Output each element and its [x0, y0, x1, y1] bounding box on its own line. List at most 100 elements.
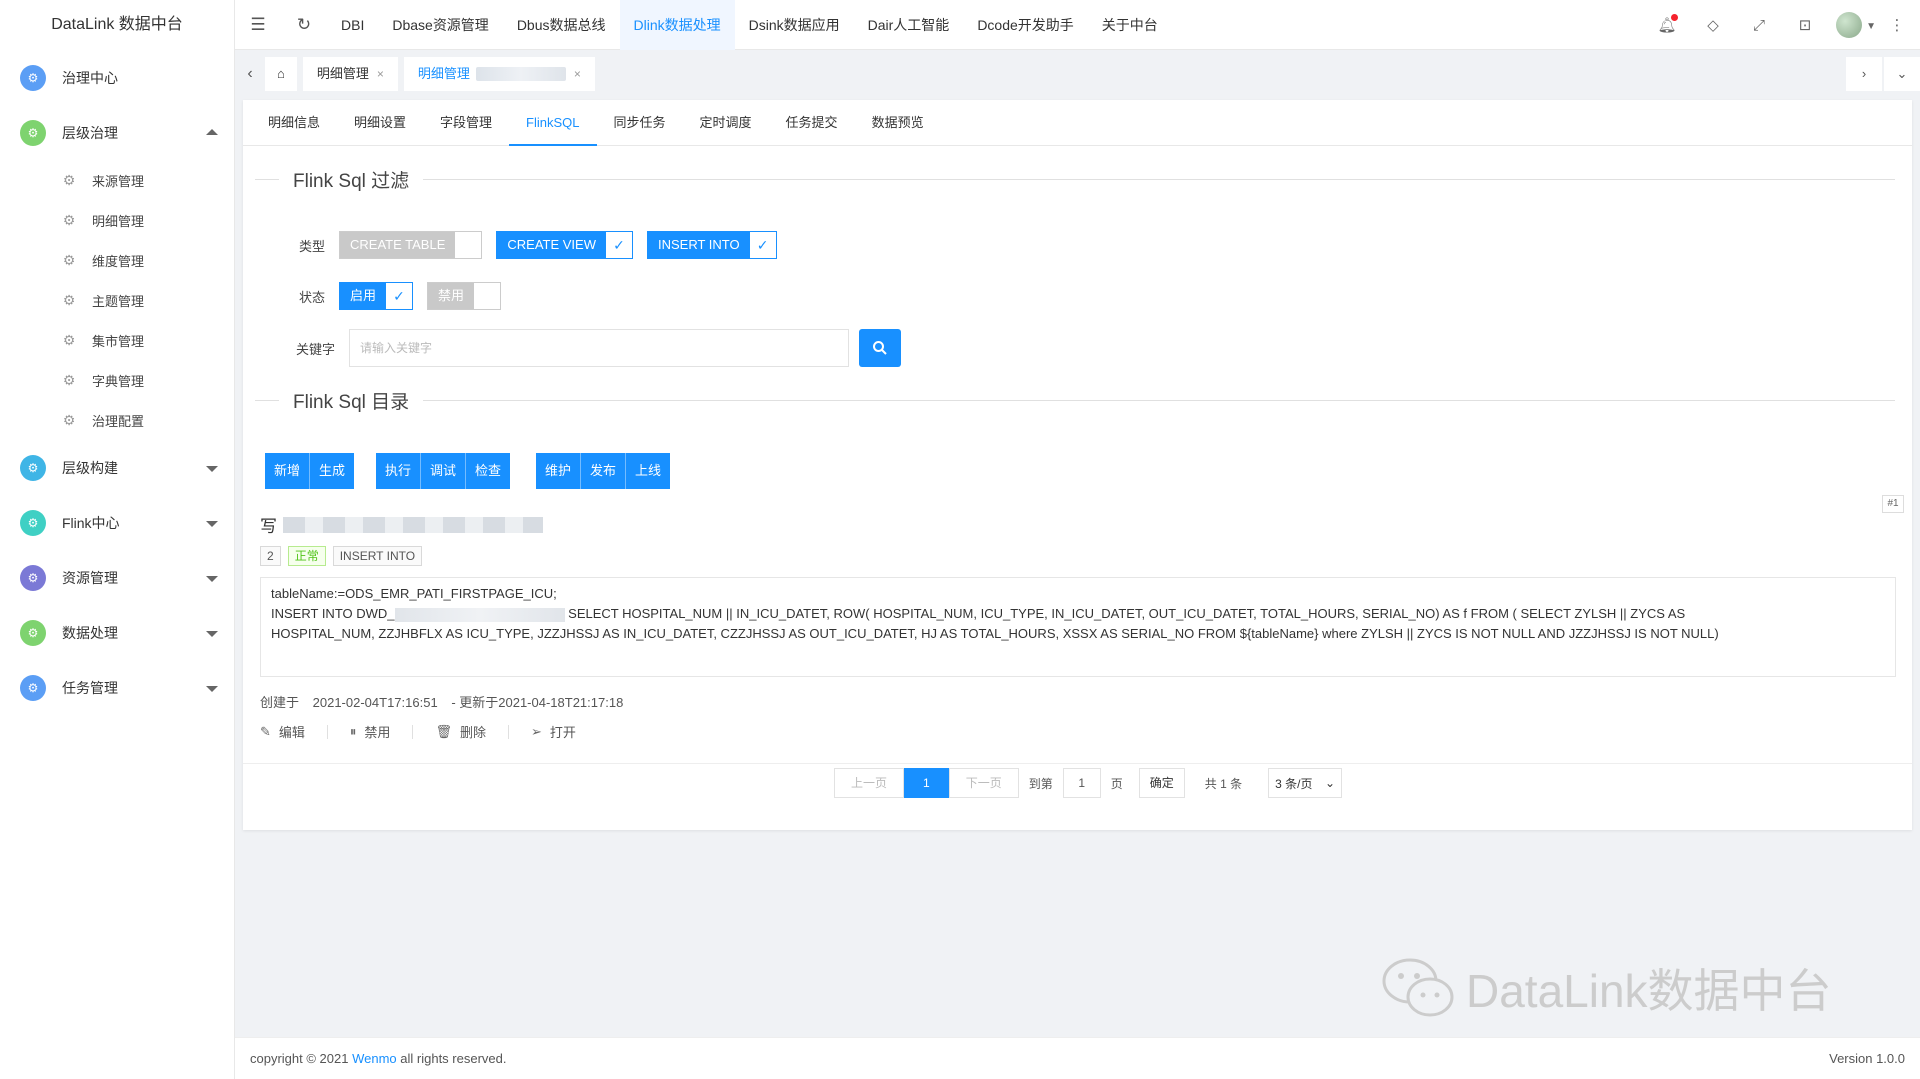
gear-icon: ⚙: [20, 619, 46, 646]
status-enabled-checkbox[interactable]: 启用 ✓: [339, 282, 414, 310]
home-icon: ⌂: [277, 66, 285, 81]
check-button[interactable]: 检查: [466, 453, 511, 489]
sidebar-subitem-subject[interactable]: ⚙ 主题管理: [0, 280, 234, 320]
home-tab[interactable]: ⌂: [265, 57, 297, 91]
tab-schedule[interactable]: 定时调度: [683, 100, 769, 146]
tab-task-submit[interactable]: 任务提交: [769, 100, 855, 146]
catalog-section-title: Flink Sql 目录: [255, 385, 1895, 415]
fullscreen-icon[interactable]: ⤢: [1736, 17, 1782, 34]
top-menu-dcode[interactable]: Dcode开发助手: [963, 0, 1087, 50]
checkbox-box: [474, 283, 501, 309]
sql-code-textarea[interactable]: tableName:=ODS_EMR_PATI_FIRSTPAGE_ICU; I…: [260, 577, 1896, 677]
sidebar-subitem-dictionary[interactable]: ⚙ 字典管理: [0, 360, 234, 400]
search-button[interactable]: [859, 329, 901, 367]
top-menu-dsink[interactable]: Dsink数据应用: [735, 0, 854, 50]
tab-sync-task[interactable]: 同步任务: [597, 100, 683, 146]
lock-icon[interactable]: ⊡: [1782, 16, 1828, 34]
chevron-down-icon: [206, 520, 218, 527]
edit-button[interactable]: ✎ 编辑: [260, 722, 305, 741]
debug-button[interactable]: 调试: [421, 453, 467, 489]
trash-icon: 🗑︎: [435, 723, 452, 739]
tab-detail-settings[interactable]: 明细设置: [337, 100, 423, 146]
sidebar-item-label: 资源管理: [62, 569, 118, 586]
chevron-down-icon: ⌄: [1325, 776, 1336, 790]
generate-button[interactable]: 生成: [310, 453, 355, 489]
more-icon[interactable]: ⋮: [1884, 16, 1910, 34]
sidebar-item-data-processing[interactable]: ⚙ 数据处理: [0, 605, 234, 660]
sidebar-subitem-label: 维度管理: [92, 253, 145, 269]
sidebar-subitem-source[interactable]: ⚙ 来源管理: [0, 160, 234, 200]
sidebar-item-resource[interactable]: ⚙ 资源管理: [0, 550, 234, 605]
menu-toggle-icon[interactable]: ☰: [235, 15, 281, 35]
sidebar-subitem-config[interactable]: ⚙ 治理配置: [0, 400, 234, 440]
open-button[interactable]: ➢ 打开: [531, 722, 576, 741]
sidebar-subitem-label: 明细管理: [92, 213, 145, 229]
status-filter-row: 状态 启用 ✓ 禁用: [243, 282, 515, 310]
pencil-icon: ✎: [260, 723, 271, 739]
gear-icon: ⚙: [62, 371, 76, 388]
sidebar-subitem-dimension[interactable]: ⚙ 维度管理: [0, 240, 234, 280]
goto-confirm-button[interactable]: 确定: [1138, 768, 1185, 798]
type-create-view-checkbox[interactable]: CREATE VIEW ✓: [496, 231, 633, 259]
next-page-button[interactable]: 下一页: [948, 768, 1019, 798]
prev-page-button[interactable]: 上一页: [834, 768, 905, 798]
page-tab-detail[interactable]: 明细管理 ×: [302, 57, 398, 91]
top-menu-dair[interactable]: Dair人工智能: [854, 0, 964, 50]
sidebar-subitem-mart[interactable]: ⚙ 集市管理: [0, 320, 234, 360]
gear-icon: ⚙: [62, 211, 76, 228]
sql-item-meta: 创建于 2021-02-04T17:16:51 - 更新于2021-04-18T…: [260, 695, 624, 710]
top-menu-dbus[interactable]: Dbus数据总线: [503, 0, 620, 50]
keyword-filter-row: 关键字: [243, 329, 901, 367]
tab-detail-info[interactable]: 明细信息: [251, 100, 337, 146]
sidebar-item-label: Flink中心: [62, 514, 120, 531]
chevron-right-icon[interactable]: ›: [1846, 57, 1882, 91]
status-disabled-checkbox[interactable]: 禁用: [427, 282, 502, 310]
bell-icon[interactable]: 🔔︎: [1644, 14, 1690, 34]
company-link[interactable]: Wenmo: [352, 1051, 397, 1066]
button-group-publish: 维护 发布 上线: [536, 453, 671, 489]
close-icon[interactable]: ×: [377, 57, 384, 91]
online-button[interactable]: 上线: [626, 453, 671, 489]
check-icon: ✓: [386, 283, 413, 309]
tag-icon[interactable]: ◇: [1690, 16, 1736, 34]
gear-icon: ⚙: [20, 64, 46, 91]
execute-button[interactable]: 执行: [376, 453, 422, 489]
chevron-left-icon[interactable]: ‹: [235, 65, 265, 83]
button-group-run: 执行 调试 检查: [376, 453, 511, 489]
chevron-down-icon: [206, 465, 218, 472]
top-menu-dbi[interactable]: DBI: [327, 0, 378, 50]
top-menu-dbase[interactable]: Dbase资源管理: [378, 0, 502, 50]
page-1-button[interactable]: 1: [904, 768, 949, 798]
chevron-down-icon[interactable]: ⌄: [1884, 57, 1920, 91]
tab-flinksql[interactable]: FlinkSQL: [509, 100, 597, 146]
sidebar-item-layer-governance[interactable]: ⚙ 层级治理: [0, 105, 234, 160]
tab-data-preview[interactable]: 数据预览: [855, 100, 941, 146]
type-create-table-checkbox[interactable]: CREATE TABLE: [339, 231, 483, 259]
page-tab-detail-active[interactable]: 明细管理 ×: [403, 57, 595, 91]
user-menu[interactable]: ▼: [1828, 12, 1884, 38]
sidebar-item-flink-center[interactable]: ⚙ Flink中心: [0, 495, 234, 550]
sidebar-item-task[interactable]: ⚙ 任务管理: [0, 660, 234, 715]
goto-page-input[interactable]: 1: [1062, 768, 1101, 798]
top-menu-about[interactable]: 关于中台: [1088, 0, 1172, 50]
chevron-down-icon: ▼: [1866, 20, 1877, 32]
chevron-down-icon: [206, 630, 218, 637]
sql-item-title: 写: [260, 512, 543, 537]
per-page-select[interactable]: 3 条/页 ⌄: [1268, 768, 1343, 798]
total-count: 共 1 条: [1204, 776, 1243, 791]
refresh-icon[interactable]: ↻: [281, 15, 327, 35]
publish-button[interactable]: 发布: [581, 453, 627, 489]
keyword-input[interactable]: [349, 329, 849, 367]
maintain-button[interactable]: 维护: [536, 453, 582, 489]
type-insert-into-checkbox[interactable]: INSERT INTO ✓: [646, 231, 777, 259]
delete-button[interactable]: 🗑︎ 删除: [435, 722, 486, 741]
top-menu-dlink[interactable]: Dlink数据处理: [619, 0, 735, 50]
check-icon: ✓: [749, 232, 776, 258]
add-button[interactable]: 新增: [265, 453, 311, 489]
sidebar-item-layer-build[interactable]: ⚙ 层级构建: [0, 440, 234, 495]
tab-field-management[interactable]: 字段管理: [423, 100, 509, 146]
close-icon[interactable]: ×: [574, 57, 581, 91]
disable-button[interactable]: ⏸︎ 禁用: [350, 722, 391, 741]
sidebar-subitem-detail[interactable]: ⚙ 明细管理: [0, 200, 234, 240]
sidebar-item-governance-center[interactable]: ⚙ 治理中心: [0, 50, 234, 105]
